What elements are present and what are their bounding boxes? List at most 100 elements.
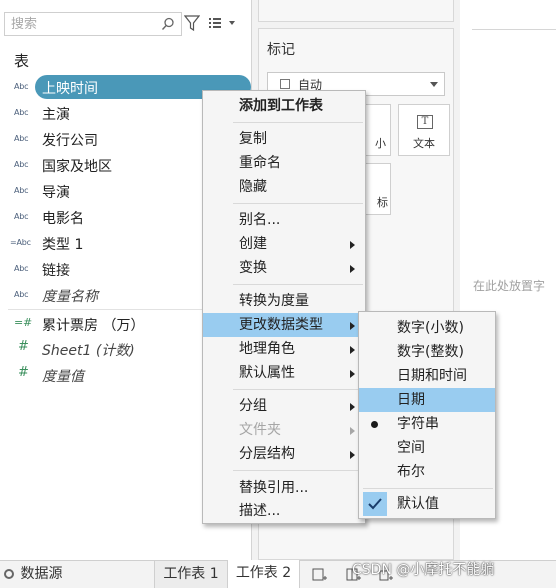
menu-item-hide[interactable]: 隐藏 xyxy=(203,175,365,199)
divider xyxy=(472,29,556,30)
menu-item-date-time[interactable]: 日期和时间 xyxy=(359,364,495,388)
submenu-arrow-icon xyxy=(350,370,355,378)
field-label: 度量名称 xyxy=(42,289,98,305)
field-label: 上映时间 xyxy=(42,81,98,97)
menu-item-boolean[interactable]: 布尔 xyxy=(359,460,495,484)
menu-item-transform[interactable]: 变换 xyxy=(203,256,365,280)
tab-datasource[interactable]: 数据源 xyxy=(0,561,150,588)
menu-item-copy[interactable]: 复制 xyxy=(203,127,365,151)
table-title: 表 xyxy=(14,52,30,70)
selected-dot-icon xyxy=(371,421,378,428)
menu-item-folder: 文件夹 xyxy=(203,418,365,442)
menu-item-rename[interactable]: 重命名 xyxy=(203,151,365,175)
menu-item-date[interactable]: 日期 xyxy=(359,388,495,412)
search-box[interactable] xyxy=(4,12,182,36)
field-label: 国家及地区 xyxy=(42,159,112,175)
string-type-icon: Abc xyxy=(14,290,29,299)
search-icon[interactable] xyxy=(161,17,175,31)
chevron-down-icon xyxy=(430,82,438,87)
submenu-arrow-icon xyxy=(350,451,355,459)
search-row xyxy=(0,8,252,38)
menu-separator xyxy=(233,203,363,204)
marks-title: 标记 xyxy=(267,42,295,58)
number-type-icon: # xyxy=(18,365,29,380)
menu-item-add-to-sheet[interactable]: 添加到工作表 xyxy=(203,94,365,118)
field-label: 度量值 xyxy=(42,369,84,385)
menu-item-number-decimal[interactable]: 数字(小数) xyxy=(359,316,495,340)
string-type-icon: Abc xyxy=(14,212,29,221)
menu-item-group[interactable]: 分组 xyxy=(203,394,365,418)
submenu-arrow-icon xyxy=(350,403,355,411)
text-label: 文本 xyxy=(413,137,435,150)
string-type-icon: Abc xyxy=(14,160,29,169)
menu-item-label: 字符串 xyxy=(397,416,439,432)
menu-separator xyxy=(233,470,363,471)
filter-icon[interactable] xyxy=(184,14,200,32)
string-type-icon: Abc xyxy=(14,82,29,91)
menu-item-convert-to-measure[interactable]: 转换为度量 xyxy=(203,289,365,313)
menu-item-string[interactable]: 字符串 xyxy=(359,412,495,436)
menu-item-label: 创建 xyxy=(239,236,267,252)
string-type-icon: Abc xyxy=(14,264,29,273)
menu-item-number-whole[interactable]: 数字(整数) xyxy=(359,340,495,364)
menu-separator xyxy=(233,284,363,285)
tab-label: 数据源 xyxy=(20,566,63,582)
datasource-icon xyxy=(4,569,14,579)
menu-item-default-properties[interactable]: 默认属性 xyxy=(203,361,365,385)
list-view-icon[interactable] xyxy=(208,16,238,30)
menu-separator xyxy=(233,389,363,390)
menu-item-create[interactable]: 创建 xyxy=(203,232,365,256)
menu-separator xyxy=(233,122,363,123)
data-type-submenu: 数字(小数) 数字(整数) 日期和时间 日期 字符串 空间 布尔 默认值 xyxy=(358,311,496,519)
text-icon: T xyxy=(417,115,433,129)
tab-label: 工作表 1 xyxy=(163,566,219,582)
field-label: 电影名 xyxy=(42,211,84,227)
menu-item-geographic-role[interactable]: 地理角色 xyxy=(203,337,365,361)
field-label: 导演 xyxy=(42,185,70,201)
menu-item-label: 地理角色 xyxy=(239,341,295,357)
submenu-arrow-icon xyxy=(350,346,355,354)
menu-item-describe[interactable]: 描述... xyxy=(203,499,365,523)
submenu-arrow-icon xyxy=(350,241,355,249)
tab-label: 工作表 2 xyxy=(235,565,292,581)
menu-item-aliases[interactable]: 别名... xyxy=(203,208,365,232)
menu-item-label: 变换 xyxy=(239,260,267,276)
menu-item-default[interactable]: 默认值 xyxy=(359,492,495,516)
field-label: 链接 xyxy=(42,263,70,279)
watermark: CSDN @小摩托不能躺 xyxy=(352,562,495,578)
field-label: 类型 1 xyxy=(42,237,84,253)
field-label: Sheet1 (计数) xyxy=(42,343,135,359)
new-worksheet-icon[interactable] xyxy=(312,568,328,582)
submenu-arrow-icon xyxy=(350,322,355,330)
submenu-arrow-icon xyxy=(350,265,355,273)
menu-item-label: 文件夹 xyxy=(239,422,281,438)
menu-item-label: 默认值 xyxy=(397,496,439,512)
string-type-icon: Abc xyxy=(14,134,29,143)
field-label: 主演 xyxy=(42,107,70,123)
search-input[interactable] xyxy=(5,13,155,35)
number-type-icon: # xyxy=(18,339,29,354)
menu-separator xyxy=(363,488,493,489)
field-label: 累计票房 （万） xyxy=(42,318,145,334)
menu-item-spatial[interactable]: 空间 xyxy=(359,436,495,460)
string-type-icon: Abc xyxy=(14,108,29,117)
filters-shelf[interactable] xyxy=(258,0,454,22)
mark-type-icon xyxy=(280,79,290,89)
menu-item-change-data-type[interactable]: 更改数据类型 xyxy=(203,313,365,337)
menu-item-replace-references[interactable]: 替换引用... xyxy=(203,476,365,500)
tab-sheet2[interactable]: 工作表 2 xyxy=(228,560,300,588)
field-label: 发行公司 xyxy=(42,133,98,149)
text-button[interactable]: T 文本 xyxy=(398,104,450,156)
drop-hint: 在此处放置字 xyxy=(473,279,546,293)
menu-item-label: 分组 xyxy=(239,398,267,414)
menu-item-hierarchy[interactable]: 分层结构 xyxy=(203,442,365,466)
menu-item-label: 默认属性 xyxy=(239,365,295,381)
menu-item-label: 更改数据类型 xyxy=(239,317,323,333)
menu-item-label: 分层结构 xyxy=(239,446,295,462)
field-context-menu: 添加到工作表 复制 重命名 隐藏 别名... 创建 变换 转换为度量 更改数据类… xyxy=(202,90,366,524)
string-type-icon: Abc xyxy=(14,186,29,195)
checkmark-icon xyxy=(363,492,387,516)
calculated-string-type-icon: =Abc xyxy=(10,238,31,247)
calculated-number-type-icon: =# xyxy=(14,316,33,329)
tab-sheet1[interactable]: 工作表 1 xyxy=(154,561,228,588)
